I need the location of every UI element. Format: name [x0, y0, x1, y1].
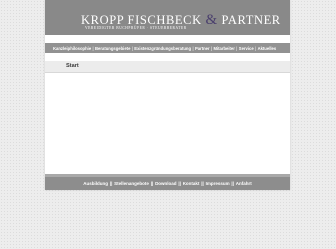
- site-footer: Ausbildung || Stellenangebote || Downloa…: [45, 177, 290, 190]
- nav-item-mitarbeiter[interactable]: Mitarbeiter: [213, 46, 234, 51]
- page-container: KROPP FISCHBECK & PARTNER VEREIDIGTER BU…: [45, 0, 290, 190]
- footer-link-ausbildung[interactable]: Ausbildung: [83, 181, 108, 186]
- footer-link-stellenangebote[interactable]: Stellenangebote: [114, 181, 149, 186]
- site-header: KROPP FISCHBECK & PARTNER VEREIDIGTER BU…: [45, 0, 290, 35]
- nav-item-service[interactable]: Service: [239, 46, 254, 51]
- nav-item-aktuelles[interactable]: Aktuelles: [258, 46, 277, 51]
- nav-item-kanzleiphilosophie[interactable]: Kanzleiphilosophie: [53, 46, 91, 51]
- logo-ampersand: &: [205, 12, 218, 28]
- logo-name-part1: KROPP FISCHBECK: [81, 13, 202, 27]
- footer-link-anfahrt[interactable]: Anfahrt: [236, 181, 252, 186]
- main-content: [45, 73, 290, 175]
- main-navigation: Kanzleiphilosophie | Beratungsgebiete | …: [45, 43, 290, 53]
- breadcrumb: Start: [45, 61, 290, 73]
- footer-link-download[interactable]: Download: [155, 181, 177, 186]
- breadcrumb-current: Start: [66, 63, 79, 69]
- footer-link-kontakt[interactable]: Kontakt: [183, 181, 200, 186]
- nav-item-partner[interactable]: Partner: [195, 46, 210, 51]
- nav-item-beratungsgebiete[interactable]: Beratungsgebiete: [95, 46, 130, 51]
- logo-name-part2: PARTNER: [221, 13, 281, 27]
- footer-link-impressum[interactable]: Impressum: [206, 181, 230, 186]
- nav-item-existenzgruendungsberatung[interactable]: Existenzgründungsberatung: [134, 46, 191, 51]
- company-tagline: VEREIDIGTER BUCHPRÜFER · STEUERBERATER: [85, 26, 187, 30]
